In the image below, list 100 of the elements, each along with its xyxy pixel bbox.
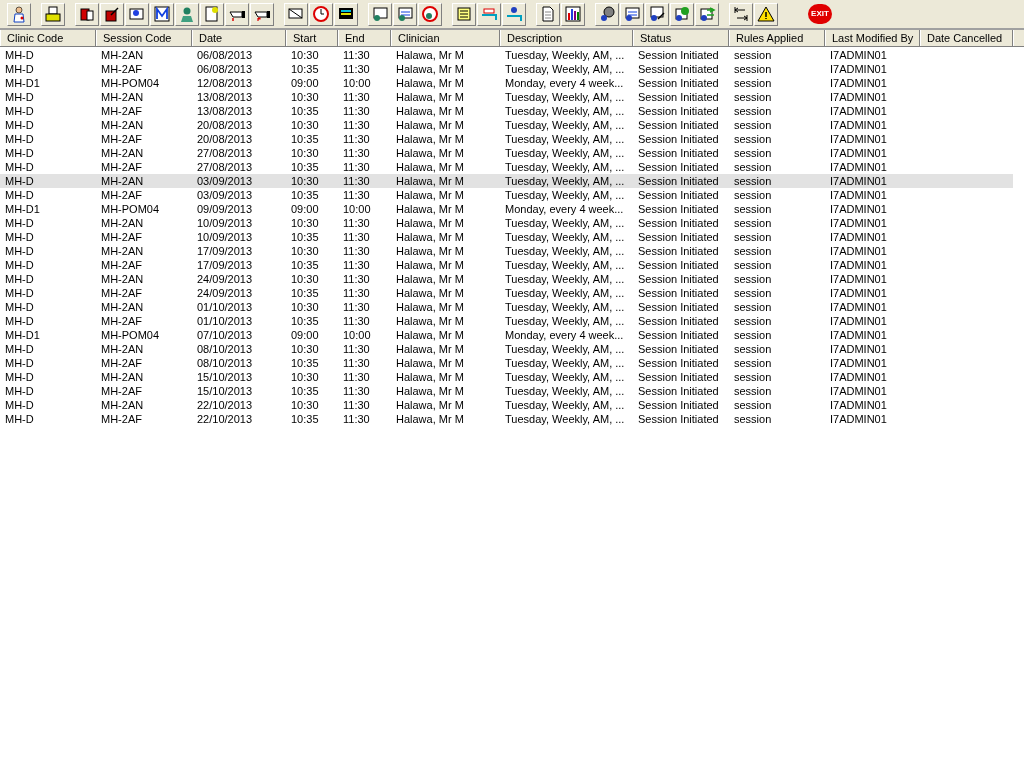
column-header[interactable]: End bbox=[338, 30, 391, 46]
table-cell: 10:35 bbox=[291, 133, 319, 145]
edit-form-button[interactable] bbox=[645, 2, 669, 26]
letter-m-button[interactable] bbox=[150, 2, 174, 26]
table-cell: I7ADMIN01 bbox=[830, 329, 887, 341]
table-cell: session bbox=[734, 231, 772, 243]
table-cell: 24/09/2013 bbox=[197, 273, 253, 285]
table-cell: 10:35 bbox=[291, 385, 319, 397]
monitor-button[interactable] bbox=[334, 2, 358, 26]
table-cell: MH-2AN bbox=[101, 343, 144, 355]
patient-bed-icon bbox=[505, 5, 523, 23]
table-cell: Halawa, Mr M bbox=[396, 147, 464, 159]
nurse-button[interactable] bbox=[175, 2, 199, 26]
table-cell: Tuesday, Weekly, AM, ... bbox=[505, 189, 625, 201]
table-cell: Halawa, Mr M bbox=[396, 259, 464, 271]
table-cell: Session Initiated bbox=[638, 203, 719, 215]
table-cell: 11:30 bbox=[343, 49, 370, 61]
envelope-button[interactable] bbox=[284, 2, 308, 26]
table-cell: Halawa, Mr M bbox=[396, 245, 464, 257]
table-cell: 11:30 bbox=[343, 189, 370, 201]
table-cell: 11:30 bbox=[343, 301, 370, 313]
table-cell: 11:30 bbox=[343, 161, 370, 173]
column-header[interactable]: Date bbox=[192, 30, 286, 46]
column-header[interactable]: Status bbox=[633, 30, 729, 46]
warning-icon bbox=[757, 5, 775, 23]
table-cell: MH-D bbox=[5, 413, 34, 425]
column-header[interactable]: Session Code bbox=[96, 30, 192, 46]
arrows-button[interactable] bbox=[695, 2, 719, 26]
table-cell: Halawa, Mr M bbox=[396, 105, 464, 117]
table-cell: session bbox=[734, 287, 772, 299]
table-cell: 10:35 bbox=[291, 161, 319, 173]
table-cell: Session Initiated bbox=[638, 245, 719, 257]
table-cell: Session Initiated bbox=[638, 49, 719, 61]
form-button[interactable] bbox=[620, 2, 644, 26]
table-cell: Tuesday, Weekly, AM, ... bbox=[505, 385, 625, 397]
table-cell: MH-2AF bbox=[101, 189, 142, 201]
table-cell: I7ADMIN01 bbox=[830, 119, 887, 131]
table-cell: 11:30 bbox=[343, 315, 370, 327]
swap-arrows-button[interactable] bbox=[729, 2, 753, 26]
table-cell: MH-2AF bbox=[101, 315, 142, 327]
bar-chart-button[interactable] bbox=[561, 2, 585, 26]
document-button[interactable] bbox=[200, 2, 224, 26]
book-button[interactable] bbox=[75, 2, 99, 26]
table-cell: I7ADMIN01 bbox=[830, 63, 887, 75]
table-cell: I7ADMIN01 bbox=[830, 161, 887, 173]
clock-button[interactable] bbox=[309, 2, 333, 26]
table-cell: 11:30 bbox=[343, 399, 370, 411]
table-cell: 10:00 bbox=[343, 203, 371, 215]
book-icon bbox=[78, 5, 96, 23]
table-cell: MH-POM04 bbox=[101, 329, 160, 341]
table-row[interactable]: MH-D MH-2AN 03/09/2013 10:30 11:30 Halawa, Mr M Tuesday, Weekly, AM, ... Session Initiated session I7ADMIN01 bbox=[0, 174, 1013, 188]
column-header[interactable]: Rules Applied bbox=[729, 30, 825, 46]
table-cell: MH-2AN bbox=[101, 399, 144, 411]
table-cell: 08/10/2013 bbox=[197, 343, 253, 355]
column-header[interactable]: Date Cancelled bbox=[920, 30, 1013, 46]
page-icon bbox=[539, 5, 557, 23]
table-cell: I7ADMIN01 bbox=[830, 301, 887, 313]
table-cell: MH-2AF bbox=[101, 105, 142, 117]
edit-form-icon bbox=[648, 5, 666, 23]
table-cell: Halawa, Mr M bbox=[396, 203, 464, 215]
table-cell: I7ADMIN01 bbox=[830, 189, 887, 201]
table-cell: Session Initiated bbox=[638, 175, 719, 187]
table-cell: MH-D bbox=[5, 189, 34, 201]
column-header[interactable]: Clinic Code bbox=[0, 30, 96, 46]
bed-button[interactable] bbox=[477, 2, 501, 26]
table-cell: Tuesday, Weekly, AM, ... bbox=[505, 287, 625, 299]
screen-button[interactable] bbox=[368, 2, 392, 26]
warning-button[interactable] bbox=[754, 2, 778, 26]
table-cell: 11:30 bbox=[343, 63, 370, 75]
column-header[interactable]: Start bbox=[286, 30, 338, 46]
printer-button[interactable] bbox=[41, 2, 65, 26]
doctor-button[interactable] bbox=[7, 2, 31, 26]
no-entry-button[interactable] bbox=[418, 2, 442, 26]
table-cell: Halawa, Mr M bbox=[396, 231, 464, 243]
column-header[interactable]: Clinician bbox=[391, 30, 500, 46]
table-cell: MH-D bbox=[5, 371, 34, 383]
table-cell: I7ADMIN01 bbox=[830, 231, 887, 243]
column-header[interactable]: Description bbox=[500, 30, 633, 46]
table-cell: 10:00 bbox=[343, 77, 371, 89]
table-cell: Tuesday, Weekly, AM, ... bbox=[505, 259, 625, 271]
table-cell: 22/10/2013 bbox=[197, 413, 253, 425]
table-cell: I7ADMIN01 bbox=[830, 91, 887, 103]
column-header[interactable]: Last Modified By bbox=[825, 30, 920, 46]
table-cell: 10:30 bbox=[291, 343, 319, 355]
table-cell: Tuesday, Weekly, AM, ... bbox=[505, 301, 625, 313]
table-cell: Session Initiated bbox=[638, 371, 719, 383]
page-button[interactable] bbox=[536, 2, 560, 26]
table-cell: 10:30 bbox=[291, 301, 319, 313]
table-cell: Tuesday, Weekly, AM, ... bbox=[505, 91, 625, 103]
no-entry-icon bbox=[421, 5, 439, 23]
table-cell: Tuesday, Weekly, AM, ... bbox=[505, 343, 625, 355]
table-cell: 27/08/2013 bbox=[197, 161, 253, 173]
patient-bed-button[interactable] bbox=[502, 2, 526, 26]
table-cell: Monday, every 4 week... bbox=[505, 77, 624, 89]
table-cell: MH-D bbox=[5, 273, 34, 285]
form-button[interactable] bbox=[393, 2, 417, 26]
table-cell: MH-2AN bbox=[101, 49, 144, 61]
table-cell: I7ADMIN01 bbox=[830, 371, 887, 383]
exit-button[interactable]: EXIT bbox=[808, 2, 832, 26]
table-cell: I7ADMIN01 bbox=[830, 287, 887, 299]
